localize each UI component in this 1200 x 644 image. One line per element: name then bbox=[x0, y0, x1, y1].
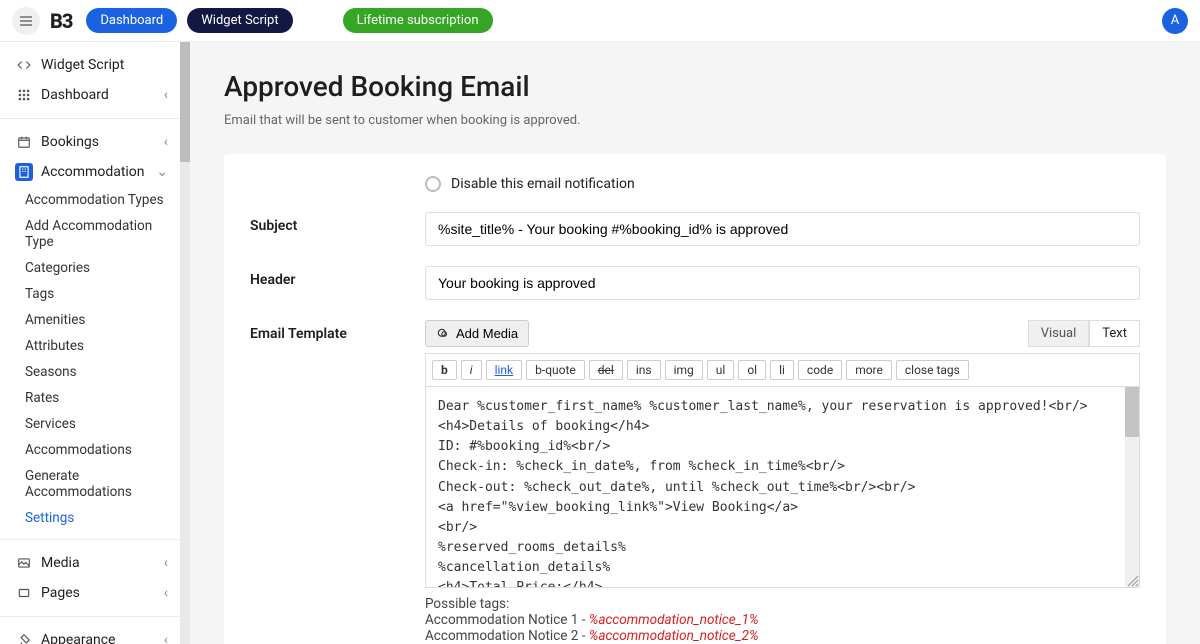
qtag-del[interactable]: del bbox=[589, 360, 623, 380]
subject-input[interactable] bbox=[425, 212, 1140, 246]
template-label: Email Template bbox=[250, 320, 425, 342]
disable-radio[interactable] bbox=[425, 176, 441, 192]
sub-add-accommodation-type[interactable]: Add Accommodation Type bbox=[0, 213, 180, 255]
page-subtitle: Email that will be sent to customer when… bbox=[224, 113, 1166, 128]
sidebar-scrollbar[interactable] bbox=[180, 42, 190, 644]
label: Pages bbox=[41, 585, 80, 601]
sidebar-dashboard[interactable]: Dashboard ‹ bbox=[0, 80, 180, 110]
nav-lifetime[interactable]: Lifetime subscription bbox=[343, 8, 493, 33]
label: Dashboard bbox=[41, 87, 109, 103]
resize-handle[interactable] bbox=[1127, 575, 1139, 587]
divider bbox=[0, 539, 180, 540]
nav-dashboard[interactable]: Dashboard bbox=[86, 8, 177, 33]
label: Appearance bbox=[41, 632, 115, 644]
add-media-button[interactable]: Add Media bbox=[425, 320, 529, 347]
sub-seasons[interactable]: Seasons bbox=[0, 359, 180, 385]
sub-amenities[interactable]: Amenities bbox=[0, 307, 180, 333]
scrollbar-thumb[interactable] bbox=[1125, 387, 1139, 437]
chevron-left-icon: ‹ bbox=[164, 585, 168, 601]
qtag-ins[interactable]: ins bbox=[627, 360, 661, 380]
media-icon bbox=[436, 327, 450, 341]
sub-attributes[interactable]: Attributes bbox=[0, 333, 180, 359]
qtag-b[interactable]: b bbox=[432, 360, 457, 380]
qtag-close[interactable]: close tags bbox=[896, 360, 969, 380]
sub-services[interactable]: Services bbox=[0, 411, 180, 437]
tab-text[interactable]: Text bbox=[1089, 320, 1140, 347]
qtag-link[interactable]: link bbox=[486, 360, 523, 380]
image-icon bbox=[15, 554, 33, 572]
sidebar: Widget Script Dashboard ‹ Bookings ‹ Acc… bbox=[0, 42, 180, 644]
label: Widget Script bbox=[41, 57, 124, 73]
chevron-left-icon: ‹ bbox=[164, 632, 168, 644]
main-content: Approved Booking Email Email that will b… bbox=[190, 42, 1200, 644]
qtag-li[interactable]: li bbox=[770, 360, 794, 380]
brush-icon bbox=[15, 631, 33, 644]
add-media-label: Add Media bbox=[456, 326, 518, 341]
sidebar-pages[interactable]: Pages ‹ bbox=[0, 578, 180, 608]
sub-accommodation-types[interactable]: Accommodation Types bbox=[0, 187, 180, 213]
label: Accommodation bbox=[41, 164, 145, 180]
sidebar-media[interactable]: Media ‹ bbox=[0, 548, 180, 578]
qtag-ol[interactable]: ol bbox=[738, 360, 766, 380]
qtag-code[interactable]: code bbox=[798, 360, 842, 380]
disable-label: Disable this email notification bbox=[451, 176, 635, 192]
possible-tags: Possible tags: Accommodation Notice 1 - … bbox=[425, 596, 1140, 644]
sidebar-appearance[interactable]: Appearance ‹ bbox=[0, 625, 180, 644]
qtag-ul[interactable]: ul bbox=[707, 360, 735, 380]
sub-rates[interactable]: Rates bbox=[0, 385, 180, 411]
chevron-left-icon: ‹ bbox=[164, 87, 168, 103]
qtag-i[interactable]: i bbox=[461, 360, 482, 380]
subject-label: Subject bbox=[250, 212, 425, 234]
grid-icon bbox=[15, 86, 33, 104]
page-title: Approved Booking Email bbox=[224, 70, 1166, 103]
label: Media bbox=[41, 555, 80, 571]
header-label: Header bbox=[250, 266, 425, 288]
qtag-bquote[interactable]: b-quote bbox=[526, 360, 585, 380]
tag-line-1: Accommodation Notice 1 - %accommodation_… bbox=[425, 612, 1140, 628]
sub-categories[interactable]: Categories bbox=[0, 255, 180, 281]
chevron-left-icon: ‹ bbox=[164, 555, 168, 571]
sub-settings[interactable]: Settings bbox=[0, 505, 180, 531]
tab-visual[interactable]: Visual bbox=[1028, 320, 1090, 347]
editor-scrollbar[interactable] bbox=[1125, 387, 1139, 587]
sub-accommodations[interactable]: Accommodations bbox=[0, 437, 180, 463]
chevron-left-icon: ‹ bbox=[164, 134, 168, 150]
possible-tags-label: Possible tags: bbox=[425, 596, 1140, 612]
chevron-down-icon: ⌄ bbox=[156, 164, 168, 180]
qtag-img[interactable]: img bbox=[665, 360, 703, 380]
sub-generate-accommodations[interactable]: Generate Accommodations bbox=[0, 463, 180, 505]
logo: B3 bbox=[50, 9, 72, 33]
sidebar-widget-script[interactable]: Widget Script bbox=[0, 50, 180, 80]
divider bbox=[0, 616, 180, 617]
calendar-icon bbox=[15, 133, 33, 151]
avatar[interactable]: A bbox=[1162, 8, 1188, 34]
template-textarea[interactable]: Dear %customer_first_name% %customer_las… bbox=[426, 387, 1139, 587]
divider bbox=[0, 118, 180, 119]
building-icon bbox=[15, 163, 33, 181]
empty-label bbox=[250, 176, 425, 182]
nav-widget-script[interactable]: Widget Script bbox=[187, 8, 292, 33]
qtag-more[interactable]: more bbox=[846, 360, 892, 380]
scrollbar-thumb[interactable] bbox=[180, 42, 190, 162]
page-icon bbox=[15, 584, 33, 602]
menu-toggle[interactable] bbox=[12, 7, 40, 35]
tag-line-2: Accommodation Notice 2 - %accommodation_… bbox=[425, 628, 1140, 644]
header-input[interactable] bbox=[425, 266, 1140, 300]
code-icon bbox=[15, 56, 33, 74]
sub-tags[interactable]: Tags bbox=[0, 281, 180, 307]
sidebar-bookings[interactable]: Bookings ‹ bbox=[0, 127, 180, 157]
label: Bookings bbox=[41, 134, 99, 150]
hamburger-icon bbox=[18, 13, 34, 29]
quicktags-toolbar: b i link b-quote del ins img ul ol li co… bbox=[425, 353, 1140, 386]
sidebar-accommodation[interactable]: Accommodation ⌄ bbox=[0, 157, 180, 187]
settings-card: Disable this email notification Subject … bbox=[224, 154, 1166, 644]
